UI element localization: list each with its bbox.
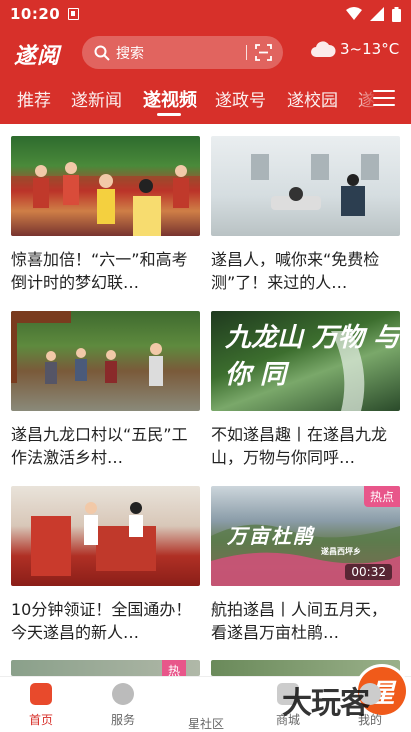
video-card[interactable]: 遂昌人，喊你来“免费检测”了！来过的人… [211,136,400,294]
search-divider [246,45,247,60]
tab-news[interactable]: 遂新闻 [71,86,122,111]
weather-widget[interactable]: 3~13°C [310,40,399,58]
video-title: 惊喜加倍！“六一”和高考倒计时的梦幻联… [11,250,188,292]
tab-video[interactable]: 遂视频 [143,86,197,112]
video-thumbnail [211,136,400,236]
status-indicators [346,6,401,22]
search-icon [94,45,110,61]
cloud-icon [311,41,336,57]
signal-icon [370,7,384,21]
video-card[interactable]: 10分钟领证！全国通办！今天遂昌的新人… [11,486,200,644]
top-bar: 遂阅 搜索 3~13°C [0,36,411,70]
video-thumbnail [11,311,200,411]
menu-icon[interactable] [373,90,395,108]
video-title: 遂昌九龙口村以“五民”工作法激活乡村… [11,425,188,467]
video-title: 不如遂昌趣丨在遂昌九龙山，万物与你同呼… [211,425,388,467]
video-title: 遂昌人，喊你来“免费检测”了！来过的人… [211,250,380,292]
watermark: 大玩客 [282,686,370,721]
nav-community[interactable]: 星 星社区 [176,667,406,731]
hot-badge: 热点 [363,486,400,507]
notification-icon [68,8,80,20]
video-card[interactable]: 遂昌九龙口村以“五民”工作法激活乡村… [11,311,200,469]
wifi-icon [346,7,362,20]
hot-badge: 热 [161,660,186,676]
active-tab-indicator [157,113,181,116]
video-card[interactable]: 惊喜加倍！“六一”和高考倒计时的梦幻联… [11,136,200,294]
tab-recommend[interactable]: 推荐 [17,86,51,111]
tab-gov[interactable]: 遂政号 [215,86,266,111]
category-tabs: 推荐 遂新闻 遂视频 遂政号 遂校园 遂 [0,84,411,116]
status-time: 10:20 [10,5,61,23]
search-input[interactable]: 搜索 [82,36,283,69]
nav-home[interactable]: 首页 [11,681,71,728]
service-icon [112,683,134,705]
thumbnail-overlay-text: 九龙山 万物 与你 同 [225,323,400,390]
nav-label: 星社区 [187,717,224,731]
video-card[interactable]: 九龙山 万物 与你 同 不如遂昌趣丨在遂昌九龙山，万物与你同呼… [211,311,400,469]
app-header: 10:20 遂阅 搜索 3~13°C 推荐 遂新闻 遂视频 遂政号 遂校园 遂 [0,0,411,124]
weather-temp: 3~13°C [340,40,400,58]
thumbnail-overlay-subtext: 遂昌西坪乡 [321,547,361,556]
video-thumbnail: 万亩杜鹃 遂昌西坪乡 热点 00:32 [211,486,400,586]
thumbnail-scene [11,162,200,236]
video-card[interactable]: 热 [11,660,200,676]
thumbnail-scene [31,502,156,576]
video-thumbnail [11,136,200,236]
battery-icon [392,6,401,22]
home-icon [30,683,52,705]
video-title: 10分钟领证！全国通办！今天遂昌的新人… [11,600,192,642]
thumbnail-overlay-text: 万亩杜鹃 [227,524,315,548]
app-logo[interactable]: 遂阅 [14,38,60,70]
video-thumbnail: 热 [11,660,200,676]
video-card[interactable]: 万亩杜鹃 遂昌西坪乡 热点 00:32 航拍遂昌丨人间五月天，看遂昌万亩杜鹃… [211,486,400,644]
thumbnail-scene [251,154,379,216]
search-placeholder: 搜索 [116,45,144,62]
video-thumbnail: 九龙山 万物 与你 同 [211,311,400,411]
thumbnail-scene [11,311,163,386]
video-title: 航拍遂昌丨人间五月天，看遂昌万亩杜鹃… [211,600,388,642]
nav-label: 首页 [28,713,53,727]
scan-icon[interactable] [255,44,272,61]
tab-campus[interactable]: 遂校园 [287,86,338,111]
video-thumbnail [11,486,200,586]
nav-service[interactable]: 服务 [93,681,153,728]
status-bar: 10:20 [0,0,411,28]
nav-label: 服务 [110,713,135,727]
video-duration: 00:32 [345,564,392,580]
